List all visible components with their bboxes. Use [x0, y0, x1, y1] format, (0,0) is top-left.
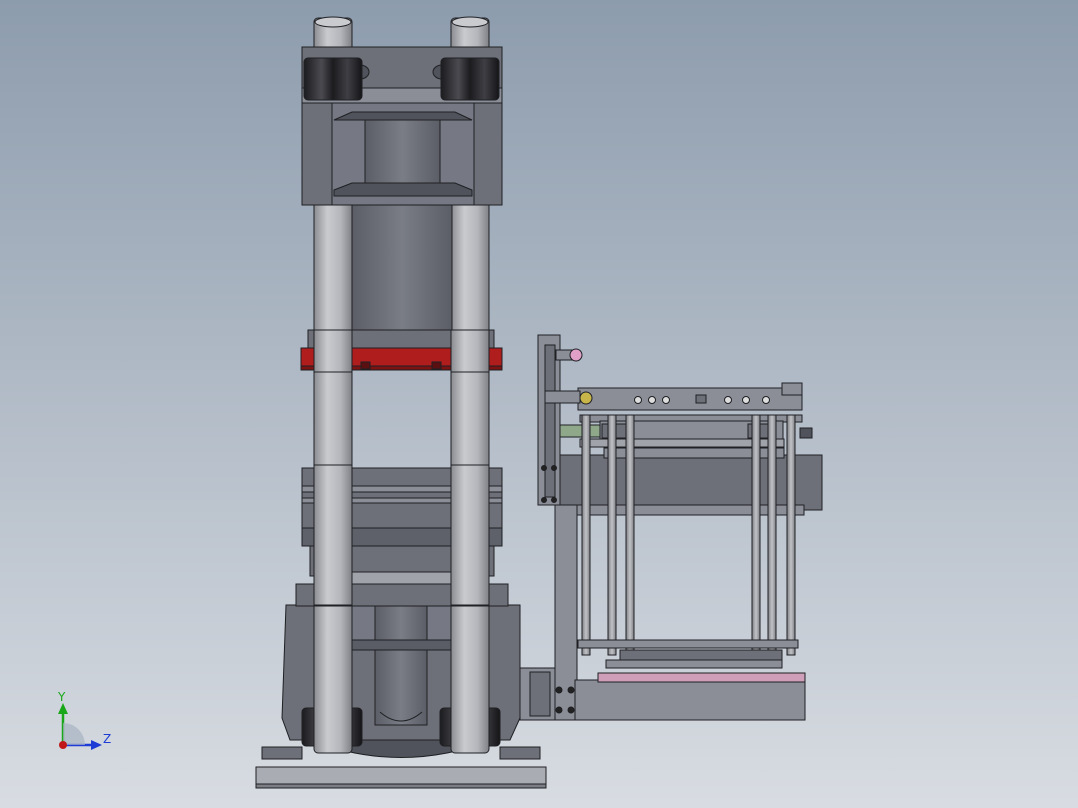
side-arm: [544, 390, 581, 404]
guide-rod-1: [581, 414, 591, 656]
main-cylinder: [351, 204, 453, 331]
guide-rod-5: [767, 414, 777, 656]
press-foot-left: [261, 746, 303, 760]
press-foot-right: [499, 746, 541, 760]
base-hole-4: [567, 706, 575, 714]
top-nut-right: [440, 57, 500, 101]
rail-hole-2: [648, 396, 656, 404]
column-left-cap: [314, 16, 352, 28]
press-base-plate-shadow: [255, 783, 547, 789]
feeder-base-connector-inner: [529, 671, 551, 717]
lower-plate: [577, 639, 799, 649]
guide-rod-4: [751, 414, 761, 656]
column-left-front: [313, 329, 353, 373]
platen-bolt-right: [431, 361, 442, 370]
triad-origin: [59, 741, 67, 749]
bracket-hole-2: [551, 465, 557, 471]
bracket-hole-4: [551, 497, 557, 503]
guide-rod-6: [786, 414, 796, 656]
base-hole-2: [567, 686, 575, 694]
rail-hole-6: [762, 396, 770, 404]
top-crosshead-lower-lip: [333, 182, 473, 197]
work-table-ring: [339, 571, 465, 585]
bottom-cylinder-core: [374, 604, 428, 726]
column-left-lower: [313, 464, 353, 606]
rail-hole-3: [662, 396, 670, 404]
feeder-housing: [554, 454, 823, 511]
lower-tray-2: [605, 659, 783, 669]
carriage-end: [799, 427, 813, 439]
lower-tray: [619, 649, 783, 661]
platen-bolt-left: [360, 361, 371, 370]
base-hole-3: [555, 706, 563, 714]
guide-rod-3: [625, 414, 635, 656]
bracket-hole-3: [541, 497, 547, 503]
top-rail-cap: [781, 382, 803, 396]
rail-hole-4: [724, 396, 732, 404]
side-arm-pivot[interactable]: [579, 391, 593, 405]
top-crosshead-upper-lip: [333, 111, 473, 121]
bottom-crosshead-groove: [333, 639, 471, 651]
feeder-bracket-inner: [544, 344, 556, 498]
top-cylinder-neck: [364, 114, 441, 190]
column-right-cap: [451, 16, 489, 28]
bracket-hole-1: [541, 465, 547, 471]
rail-notch: [695, 394, 707, 404]
triad-y-label: Y: [57, 690, 66, 704]
guide-rod-2: [607, 414, 617, 656]
pink-knob[interactable]: [569, 348, 583, 362]
rail-hole-1: [634, 396, 642, 404]
cad-viewport[interactable]: Y Z: [0, 0, 1078, 808]
cad-canvas[interactable]: Y Z: [0, 0, 1078, 808]
base-hole-1: [555, 686, 563, 694]
triad-z-label: Z: [103, 732, 111, 746]
pink-plate: [597, 672, 806, 683]
green-block: [559, 424, 603, 438]
feeder-base: [574, 679, 806, 721]
column-right-front: [450, 329, 490, 373]
top-nut-left: [303, 57, 363, 101]
rail-hole-5: [742, 396, 750, 404]
column-right-lower: [450, 464, 490, 606]
